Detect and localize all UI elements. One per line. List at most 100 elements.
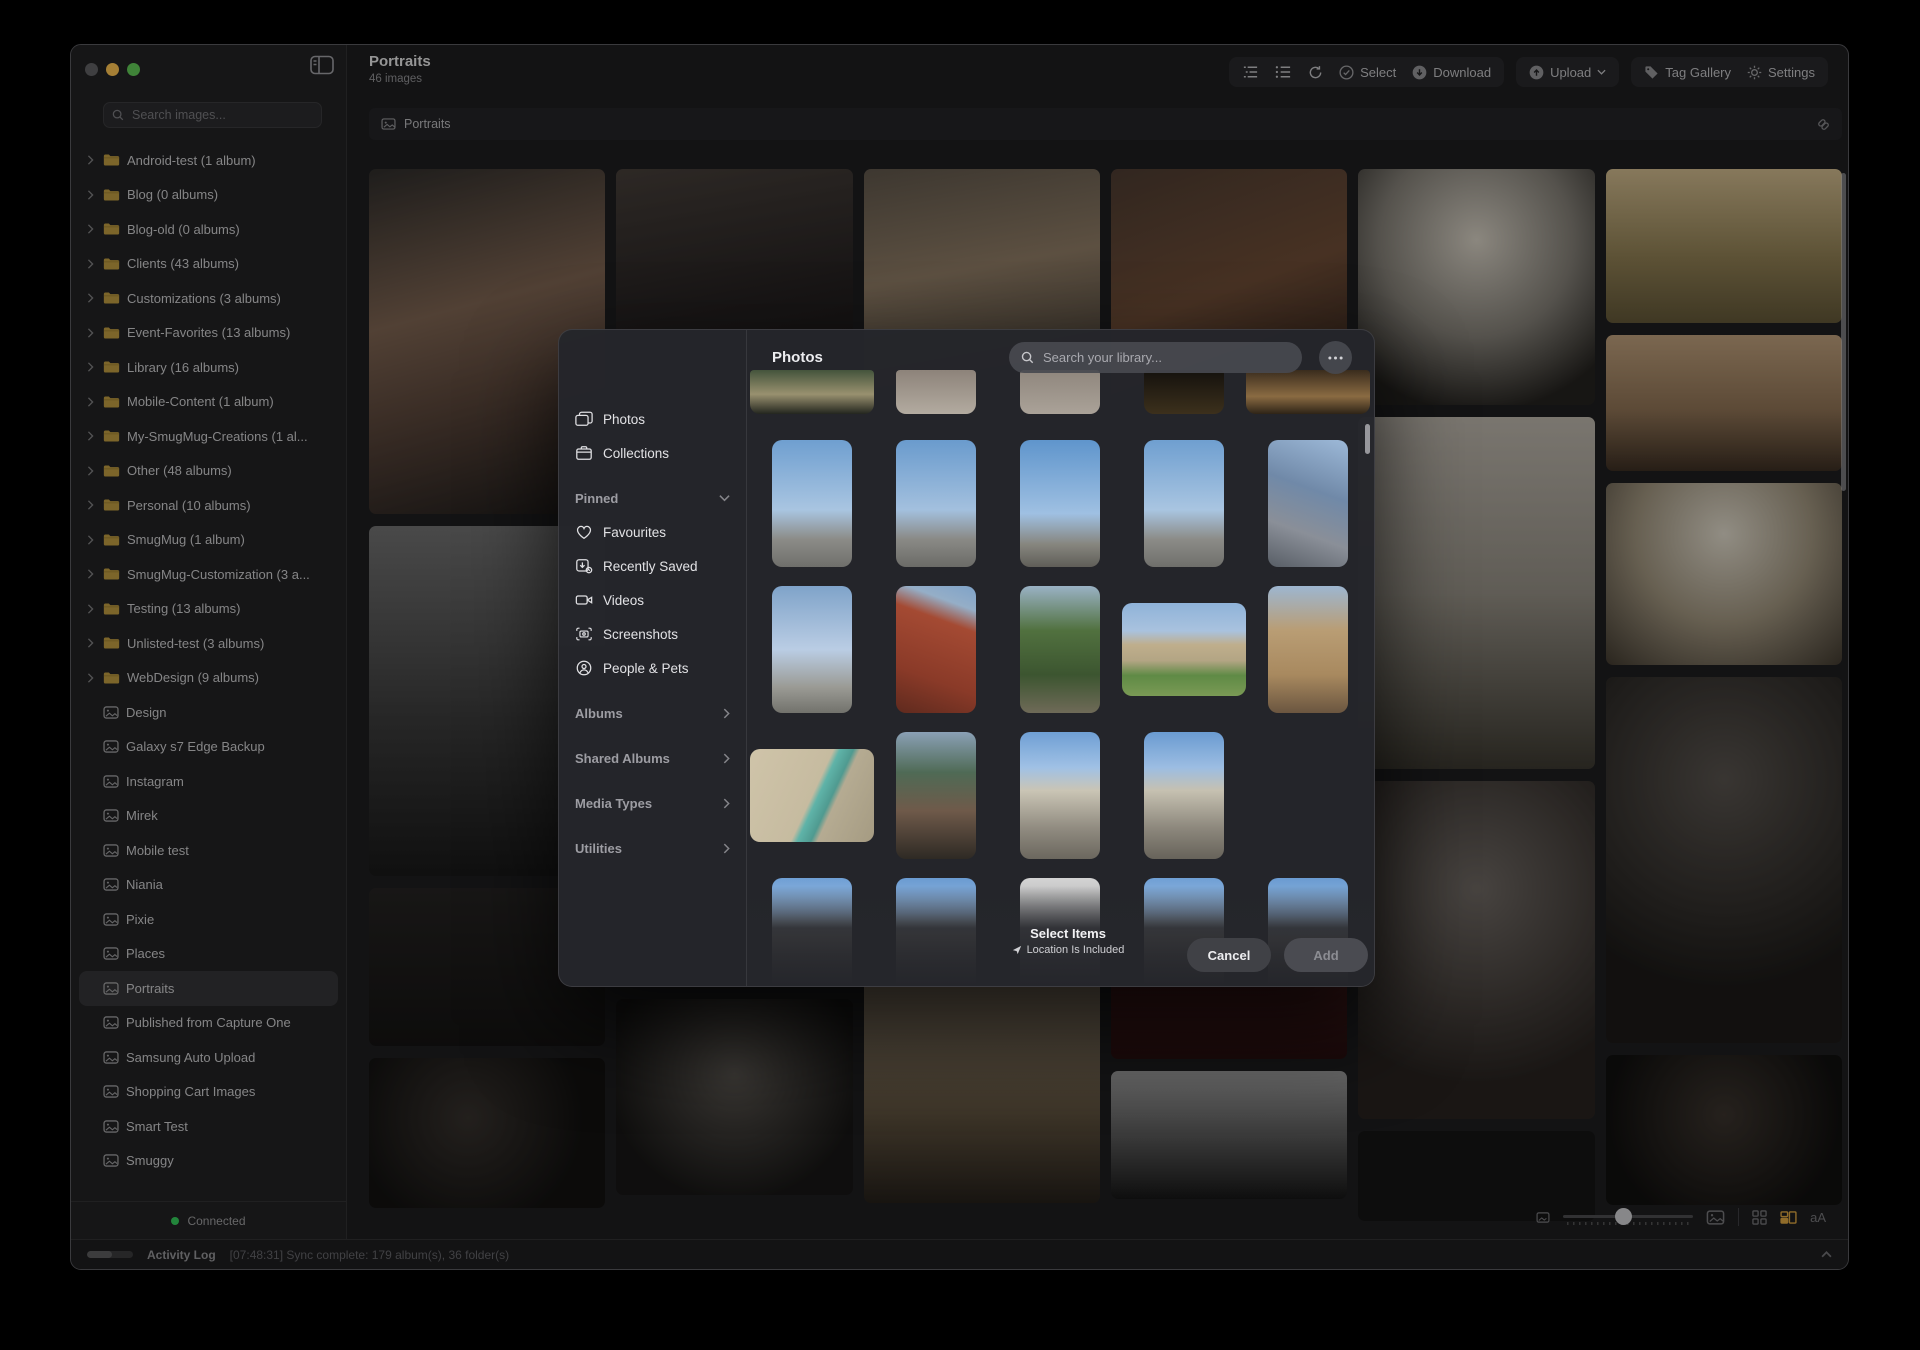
portrait-ushanka-bw[interactable] xyxy=(1111,1071,1347,1199)
breadcrumb[interactable]: Portraits xyxy=(369,108,1842,140)
portrait-man-hat-bw[interactable] xyxy=(616,999,852,1195)
thumb-street-flag-2[interactable] xyxy=(1144,732,1224,859)
sidebar-folder-item[interactable]: Unlisted-test (3 albums) xyxy=(79,626,338,661)
portrait-glasses-vest[interactable] xyxy=(1358,417,1594,769)
picker-nav-item[interactable]: Collections xyxy=(559,436,746,470)
link-icon[interactable] xyxy=(1817,118,1830,131)
thumb-tv-tower-1[interactable] xyxy=(772,440,852,567)
chevron-right-icon[interactable] xyxy=(87,397,96,407)
search-input[interactable] xyxy=(130,107,313,123)
sidebar-folder-item[interactable]: Other (48 albums) xyxy=(79,454,338,489)
picker-section-header[interactable]: Albums xyxy=(559,696,746,730)
picker-section-header[interactable]: Shared Albums xyxy=(559,741,746,775)
thumb-red-facade[interactable] xyxy=(896,586,976,713)
photo-grass-person[interactable] xyxy=(1606,169,1842,323)
thumb-nationalgalerie[interactable] xyxy=(1268,586,1348,713)
add-button[interactable]: Add xyxy=(1284,938,1368,972)
sidebar-album-item[interactable]: Niania xyxy=(79,868,338,903)
sidebar-folder-item[interactable]: Mobile-Content (1 album) xyxy=(79,385,338,420)
sidebar-folder-item[interactable]: Blog (0 albums) xyxy=(79,178,338,213)
sidebar-toggle-icon[interactable] xyxy=(310,55,334,77)
chevron-right-icon[interactable] xyxy=(87,190,96,200)
thumb-tower-distant[interactable] xyxy=(772,586,852,713)
sidebar-folder-item[interactable]: Personal (10 albums) xyxy=(79,488,338,523)
picker-scrollbar[interactable] xyxy=(1365,424,1370,454)
sidebar-folder-item[interactable]: SmugMug-Customization (3 a... xyxy=(79,557,338,592)
slider-knob[interactable] xyxy=(1615,1208,1632,1225)
sidebar-folder-item[interactable]: WebDesign (9 albums) xyxy=(79,661,338,696)
picker-nav-item[interactable]: Recently Saved xyxy=(559,549,746,583)
thumb-tower-sphere[interactable] xyxy=(1268,440,1348,567)
sidebar-album-item[interactable]: Instagram xyxy=(79,764,338,799)
thumb-colonnade-bus[interactable] xyxy=(750,749,874,842)
picker-section-header[interactable]: Media Types xyxy=(559,786,746,820)
grid-layout-icon[interactable] xyxy=(1752,1210,1767,1225)
sidebar-album-item[interactable]: Shopping Cart Images xyxy=(79,1075,338,1110)
chevron-right-icon[interactable] xyxy=(87,673,96,683)
chevron-right-icon[interactable] xyxy=(87,569,96,579)
sidebar-album-item[interactable]: Smart Test xyxy=(79,1109,338,1144)
picker-nav-item[interactable]: People & Pets xyxy=(559,651,746,685)
portrait-smiling-blonde[interactable] xyxy=(864,975,1100,1203)
chevron-right-icon[interactable] xyxy=(87,500,96,510)
sidebar-album-item[interactable]: Mirek xyxy=(79,799,338,834)
sidebar-folder-item[interactable]: Android-test (1 album) xyxy=(79,143,338,178)
portrait-short-hair[interactable] xyxy=(1358,781,1594,1119)
sidebar-folder-item[interactable]: Library (16 albums) xyxy=(79,350,338,385)
chevron-right-icon[interactable] xyxy=(87,293,96,303)
sidebar-album-item[interactable]: Design xyxy=(79,695,338,730)
portrait-big-short-hair[interactable] xyxy=(1606,677,1842,1043)
activity-log-label[interactable]: Activity Log xyxy=(147,1248,216,1262)
thumb-tv-tower-3[interactable] xyxy=(1020,440,1100,567)
tree-view-button[interactable] xyxy=(1242,65,1259,79)
sidebar-album-item[interactable]: Places xyxy=(79,937,338,972)
thumb-cathedral-street[interactable] xyxy=(896,732,976,859)
sidebar-album-item[interactable]: Smuggy xyxy=(79,1144,338,1170)
chevron-right-icon[interactable] xyxy=(87,604,96,614)
sidebar-album-item[interactable]: Samsung Auto Upload xyxy=(79,1040,338,1075)
close-button[interactable] xyxy=(85,63,98,76)
portrait-feather-color[interactable] xyxy=(1606,483,1842,665)
download-button[interactable]: Download xyxy=(1412,65,1491,80)
list-view-button[interactable] xyxy=(1275,65,1292,79)
sidebar-folder-item[interactable]: Blog-old (0 albums) xyxy=(79,212,338,247)
chevron-right-icon[interactable] xyxy=(87,466,96,476)
thumb-street-flag-3[interactable] xyxy=(1268,732,1348,859)
picker-nav-item[interactable]: Videos xyxy=(559,583,746,617)
chevron-right-icon[interactable] xyxy=(87,155,96,165)
chevron-right-icon[interactable] xyxy=(87,224,96,234)
sidebar-album-item[interactable]: Galaxy s7 Edge Backup xyxy=(79,730,338,765)
text-size-button[interactable]: aA xyxy=(1810,1210,1826,1225)
sidebar-folder-item[interactable]: Event-Favorites (13 albums) xyxy=(79,316,338,351)
tag-gallery-button[interactable]: Tag Gallery xyxy=(1644,65,1731,80)
more-options-button[interactable] xyxy=(1319,341,1352,374)
select-button[interactable]: Select xyxy=(1339,65,1396,80)
cancel-button[interactable]: Cancel xyxy=(1187,938,1271,972)
chevron-right-icon[interactable] xyxy=(87,328,96,338)
sidebar-folder-item[interactable]: SmugMug (1 album) xyxy=(79,523,338,558)
thumb-park-trees[interactable] xyxy=(1020,586,1100,713)
picker-section-header[interactable]: Pinned xyxy=(559,481,746,515)
sidebar-album-item[interactable]: Mobile test xyxy=(79,833,338,868)
settings-button[interactable]: Settings xyxy=(1747,65,1815,80)
chevron-right-icon[interactable] xyxy=(87,638,96,648)
sidebar-folder-item[interactable]: Customizations (3 albums) xyxy=(79,281,338,316)
picker-nav-item[interactable]: Favourites xyxy=(559,515,746,549)
thumb-altes-museum[interactable] xyxy=(1122,603,1246,696)
picker-section-header[interactable]: Utilities xyxy=(559,831,746,865)
chevron-right-icon[interactable] xyxy=(87,362,96,372)
sidebar-album-item[interactable]: Portraits xyxy=(79,971,338,1006)
picker-nav-item[interactable]: Screenshots xyxy=(559,617,746,651)
picker-search-input[interactable] xyxy=(1041,349,1290,366)
sidebar-album-item[interactable]: Pixie xyxy=(79,902,338,937)
upload-button[interactable]: Upload xyxy=(1529,65,1606,80)
portrait-dark-face[interactable] xyxy=(1606,1055,1842,1205)
zoom-button[interactable] xyxy=(127,63,140,76)
chevron-right-icon[interactable] xyxy=(87,259,96,269)
sidebar-folder-item[interactable]: Testing (13 albums) xyxy=(79,592,338,627)
portrait-dark-2[interactable] xyxy=(369,1058,605,1208)
chevron-right-icon[interactable] xyxy=(87,535,96,545)
sidebar-album-item[interactable]: Published from Capture One xyxy=(79,1006,338,1041)
sidebar-folder-item[interactable]: My-SmugMug-Creations (1 al... xyxy=(79,419,338,454)
refresh-button[interactable] xyxy=(1308,65,1323,80)
